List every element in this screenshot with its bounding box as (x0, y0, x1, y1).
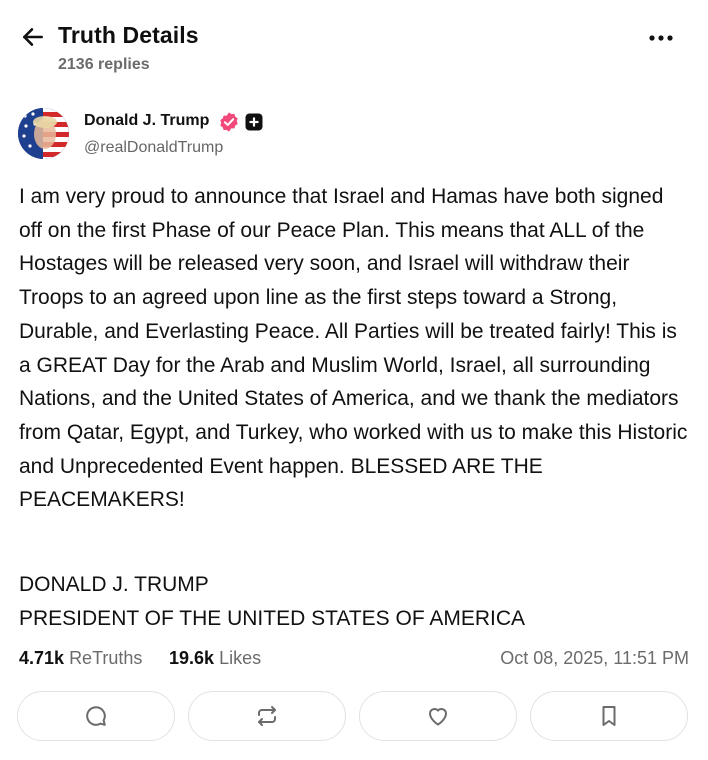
reply-count: 2136 replies (58, 56, 150, 73)
signature-line-2: PRESIDENT OF THE UNITED STATES OF AMERIC… (19, 607, 526, 630)
like-button[interactable] (359, 691, 517, 741)
more-options-button[interactable] (645, 24, 677, 52)
author-name[interactable]: Donald J. Trump (84, 112, 209, 130)
signature-line-1: DONALD J. TRUMP (19, 573, 209, 596)
retruths-stat[interactable]: 4.71k ReTruths (19, 648, 142, 669)
avatar-image (18, 108, 69, 159)
post-timestamp: Oct 08, 2025, 11:51 PM (500, 648, 689, 668)
avatar[interactable] (18, 108, 69, 159)
retruth-button[interactable] (188, 691, 346, 741)
author-handle[interactable]: @realDonaldTrump (84, 139, 223, 157)
likes-stat[interactable]: 19.6k Likes (169, 648, 261, 669)
likes-count: 19.6k (169, 648, 215, 668)
header: Truth Details 2136 replies (0, 0, 708, 90)
verified-badge-icon (220, 112, 238, 132)
post-body: I am very proud to announce that Israel … (19, 185, 688, 512)
bookmark-button[interactable] (530, 691, 688, 741)
post-signature: DONALD J. TRUMP PRESIDENT OF THE UNITED … (19, 568, 689, 636)
heart-icon (429, 708, 447, 726)
more-horizontal-icon (649, 35, 673, 41)
page-title: Truth Details (58, 22, 199, 48)
author-block: Donald J. Trump @realDonaldTrump (18, 108, 518, 160)
retruth-icon (258, 706, 276, 726)
likes-label: Likes (219, 648, 262, 668)
back-button[interactable] (18, 22, 48, 52)
action-bar (17, 691, 692, 743)
retruths-count: 4.71k (19, 648, 65, 668)
arrow-left-icon (23, 28, 43, 46)
reply-icon (86, 706, 106, 726)
reply-button[interactable] (17, 691, 175, 741)
plus-badge-icon (245, 113, 263, 131)
retruths-label: ReTruths (69, 648, 143, 668)
bookmark-icon (602, 706, 616, 726)
post-stats: 4.71k ReTruths 19.6k Likes Oct 08, 2025,… (19, 648, 689, 674)
